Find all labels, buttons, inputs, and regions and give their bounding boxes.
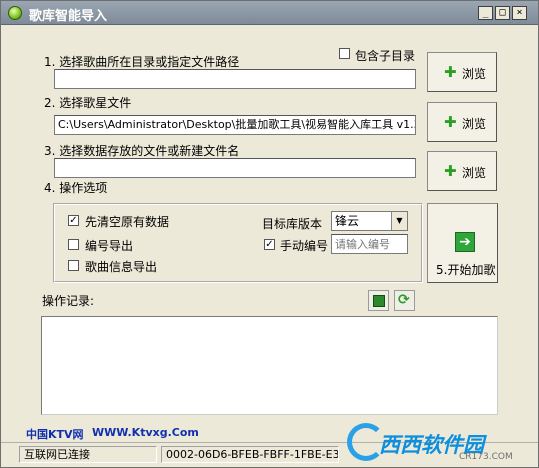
- cube-icon: [373, 295, 385, 307]
- log-label: 操作记录:: [42, 294, 95, 308]
- browse-label: 浏览: [462, 166, 487, 180]
- refresh-icon: ⟳: [398, 292, 410, 308]
- plus-icon: ✚: [444, 113, 457, 131]
- chevron-down-icon[interactable]: ▼: [391, 212, 407, 230]
- connection-status: 互联网已连接: [19, 446, 157, 463]
- browse-data-file-button[interactable]: ✚ 浏览: [427, 151, 497, 191]
- target-version-select[interactable]: 锋云 ▼: [331, 211, 408, 231]
- song-path-input[interactable]: [54, 69, 416, 89]
- include-subdir-checkbox[interactable]: [339, 48, 350, 59]
- window-title: 歌库智能导入: [29, 9, 108, 24]
- include-subdir-label: 包含子目录: [355, 49, 416, 63]
- data-file-input[interactable]: [54, 158, 416, 178]
- singer-file-input[interactable]: C:\Users\Administrator\Desktop\批量加歌工具\视易…: [54, 115, 416, 135]
- step2-label: 2. 选择歌星文件: [44, 96, 132, 110]
- step1-label: 1. 选择歌曲所在目录或指定文件路径: [44, 55, 240, 69]
- step3-label: 3. 选择数据存放的文件或新建文件名: [44, 144, 240, 158]
- watermark-domain: CR173.COM: [459, 452, 513, 462]
- browse-label: 浏览: [462, 117, 487, 131]
- watermark-logo: 西西软件园 CR173.COM: [347, 417, 537, 467]
- clear-data-checkbox[interactable]: ✓: [68, 215, 79, 226]
- browse-label: 浏览: [462, 67, 487, 81]
- export-numbers-checkbox[interactable]: [68, 239, 79, 250]
- export-song-info-label: 歌曲信息导出: [85, 260, 158, 274]
- start-import-label: 5.开始加歌: [436, 263, 496, 277]
- export-numbers-label: 编号导出: [85, 239, 134, 253]
- manual-number-label: 手动编号: [280, 239, 329, 253]
- site-url-link[interactable]: WWW.Ktvxg.Com: [92, 426, 199, 439]
- manual-number-checkbox[interactable]: ✓: [264, 239, 275, 250]
- arrow-right-icon: ➔: [455, 232, 475, 252]
- log-area[interactable]: [41, 316, 498, 415]
- cube-button[interactable]: [368, 290, 389, 311]
- step4-label: 4. 操作选项: [44, 181, 108, 195]
- manual-number-input[interactable]: [331, 234, 408, 254]
- browse-singer-file-button[interactable]: ✚ 浏览: [427, 102, 497, 142]
- plus-icon: ✚: [444, 162, 457, 180]
- plus-icon: ✚: [444, 63, 457, 81]
- close-button[interactable]: ×: [512, 6, 527, 20]
- export-song-info-checkbox[interactable]: [68, 260, 79, 271]
- title-bar[interactable]: 歌库智能导入 _ □ ×: [1, 1, 538, 25]
- minimize-button[interactable]: _: [478, 6, 493, 20]
- site-name-link[interactable]: 中国KTV网: [26, 426, 84, 442]
- refresh-button[interactable]: ⟳: [394, 290, 415, 311]
- maximize-button[interactable]: □: [495, 6, 510, 20]
- app-window: 歌库智能导入 _ □ × 1. 选择歌曲所在目录或指定文件路径 包含子目录 ✚ …: [0, 0, 539, 468]
- clear-data-label: 先清空原有数据: [85, 215, 170, 229]
- start-import-button[interactable]: ➔ 5.开始加歌: [427, 203, 498, 283]
- machine-code: 0002-06D6-BFEB-FBFF-1FBE-E3FF: [161, 446, 339, 463]
- app-icon: [8, 6, 22, 20]
- browse-song-path-button[interactable]: ✚ 浏览: [427, 52, 497, 92]
- target-version-value: 锋云: [335, 214, 360, 228]
- target-version-label: 目标库版本: [262, 217, 323, 231]
